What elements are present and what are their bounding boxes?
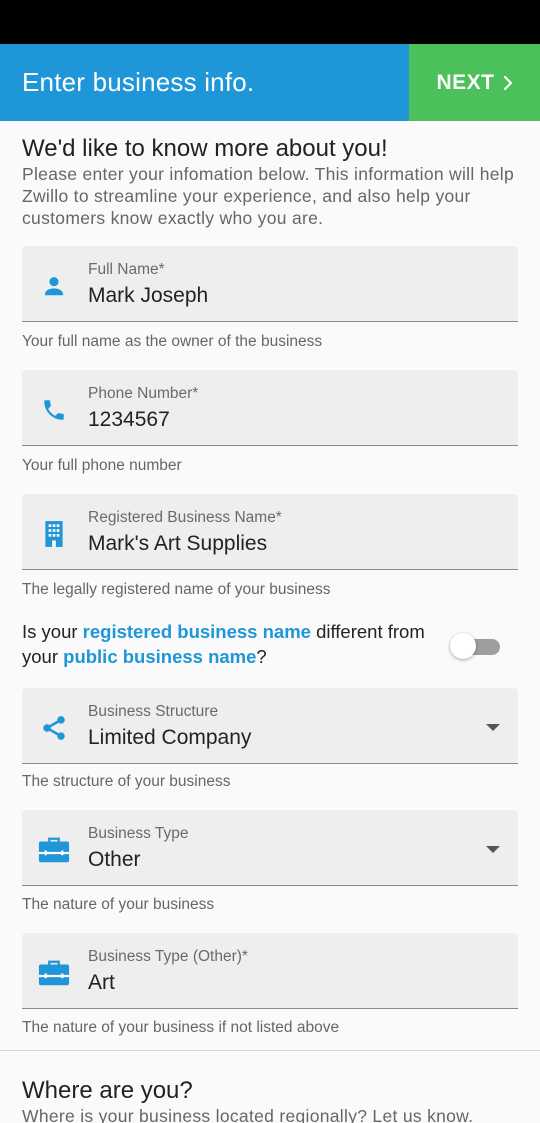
business-type-dropdown[interactable]: Business Type Other (22, 810, 518, 886)
registered-business-name-value: Mark's Art Supplies (88, 532, 268, 555)
next-button-label: NEXT (436, 70, 495, 94)
question-text-3: ? (256, 646, 267, 667)
business-structure-dropdown[interactable]: Business Structure Limited Company (22, 688, 518, 764)
full-name-helper: Your full name as the owner of the busin… (22, 333, 323, 350)
different-name-question: Is your registered business name differe… (22, 619, 442, 669)
location-text: Where is your business located regionall… (22, 1106, 474, 1123)
app-bar-title: Enter business info. (22, 67, 255, 97)
phone-number-value: 1234567 (88, 408, 170, 431)
different-name-toggle[interactable] (450, 632, 502, 660)
briefcase-icon (38, 957, 70, 989)
chevron-right-icon (503, 75, 512, 90)
share-icon (38, 712, 70, 744)
business-structure-label: Business Structure (88, 703, 219, 720)
section-divider (0, 1050, 540, 1051)
person-icon (38, 270, 70, 302)
next-button[interactable]: NEXT (409, 44, 540, 121)
status-bar (0, 0, 540, 44)
location-heading: Where are you? (22, 1077, 193, 1104)
building-icon (38, 518, 70, 550)
registered-business-name-helper: The legally registered name of your busi… (22, 581, 331, 598)
toggle-thumb (450, 633, 476, 659)
business-type-label: Business Type (88, 825, 189, 842)
phone-number-field[interactable]: Phone Number* 1234567 (22, 370, 518, 446)
dropdown-arrow-icon (486, 724, 500, 731)
intro-text: Please enter your infomation below. This… (22, 164, 514, 228)
briefcase-icon (38, 834, 70, 866)
business-type-value: Other (88, 848, 141, 871)
phone-icon (38, 394, 70, 426)
business-type-helper: The nature of your business (22, 896, 215, 913)
phone-number-helper: Your full phone number (22, 457, 182, 474)
app-bar: Enter business info. NEXT (0, 44, 540, 121)
business-structure-helper: The structure of your business (22, 773, 231, 790)
business-type-other-helper: The nature of your business if not liste… (22, 1019, 340, 1036)
full-name-value: Mark Joseph (88, 284, 209, 307)
question-highlight-public: public business name (63, 646, 257, 667)
dropdown-arrow-icon (486, 846, 500, 853)
intro-heading: We'd like to know more about you! (22, 135, 388, 162)
business-type-other-label: Business Type (Other)* (88, 948, 248, 965)
registered-business-name-field[interactable]: Registered Business Name* Mark's Art Sup… (22, 494, 518, 570)
full-name-field[interactable]: Full Name* Mark Joseph (22, 246, 518, 322)
business-type-other-field[interactable]: Business Type (Other)* Art (22, 933, 518, 1009)
registered-business-name-label: Registered Business Name* (88, 509, 282, 526)
business-type-other-value: Art (88, 971, 115, 994)
phone-number-label: Phone Number* (88, 385, 199, 402)
question-highlight-registered: registered business name (82, 621, 311, 642)
full-name-label: Full Name* (88, 261, 165, 278)
business-structure-value: Limited Company (88, 726, 252, 749)
question-text-1: Is your (22, 621, 83, 642)
